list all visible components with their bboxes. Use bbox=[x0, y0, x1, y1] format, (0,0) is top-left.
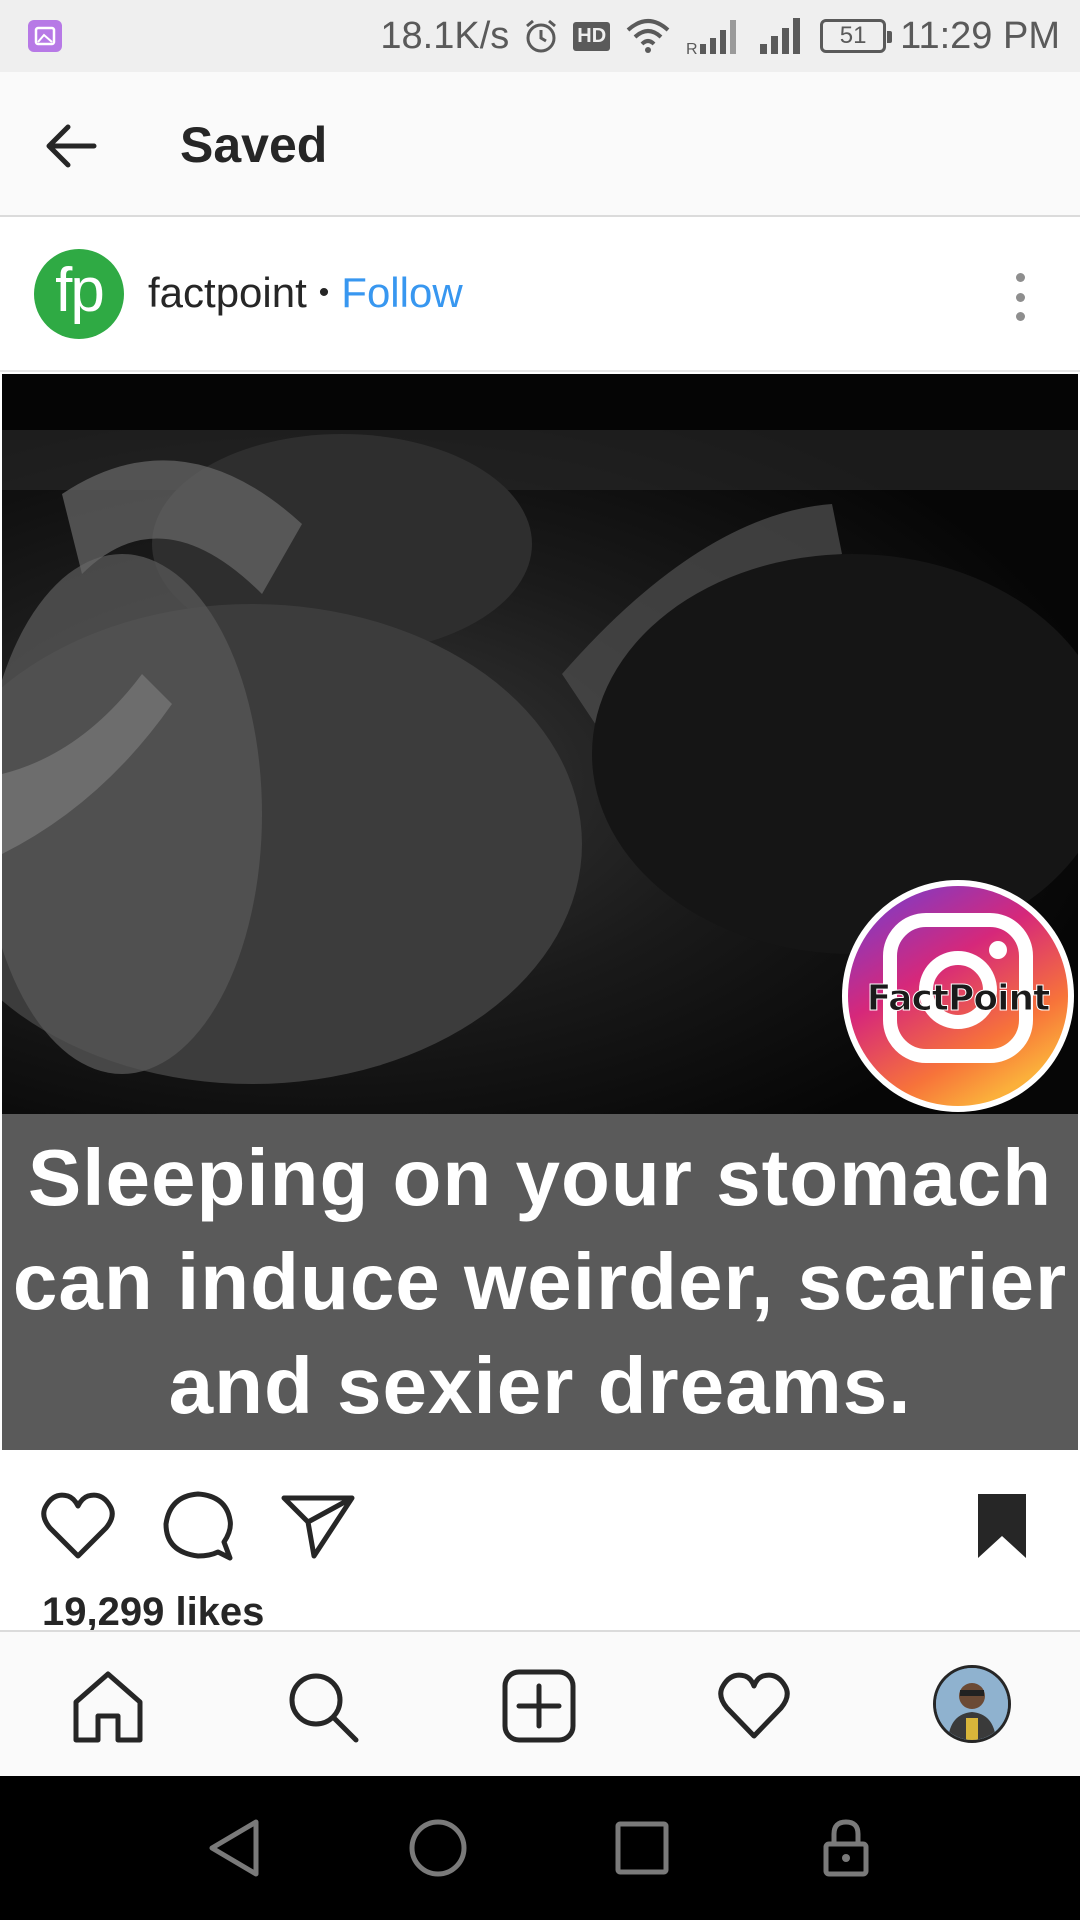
svg-text:R: R bbox=[686, 41, 698, 56]
gallery-icon bbox=[28, 20, 62, 52]
network-speed: 18.1K/s bbox=[380, 14, 510, 57]
page-title: Saved bbox=[180, 117, 328, 173]
back-button[interactable] bbox=[40, 114, 104, 178]
wifi-icon bbox=[626, 19, 670, 53]
avatar-text: fp bbox=[55, 255, 105, 325]
nav-profile-avatar[interactable] bbox=[933, 1665, 1011, 1743]
clock: 11:29 PM bbox=[900, 14, 1060, 57]
caption-line: Sleeping on your stomach bbox=[27, 1133, 1053, 1222]
lock-icon bbox=[823, 1819, 869, 1877]
activity-heart-icon bbox=[718, 1672, 790, 1739]
post-header: fp factpoint • Follow bbox=[0, 217, 1080, 372]
logo-text: FactPoint bbox=[866, 978, 1051, 1020]
status-icons: 18.1K/s HD R 51 11:29 PM bbox=[380, 0, 1060, 72]
likes-count[interactable]: 19,299 likes bbox=[42, 1590, 264, 1635]
system-lock-button[interactable] bbox=[814, 1816, 878, 1880]
author-avatar[interactable]: fp bbox=[34, 249, 124, 339]
battery-icon: 51 bbox=[820, 19, 893, 53]
arrow-left-icon bbox=[46, 124, 97, 168]
share-button[interactable] bbox=[278, 1486, 358, 1566]
comment-button[interactable] bbox=[158, 1486, 238, 1566]
system-recents-button[interactable] bbox=[610, 1816, 674, 1880]
signal-icon bbox=[760, 18, 801, 54]
author-username[interactable]: factpoint bbox=[148, 269, 307, 317]
back-triangle-icon bbox=[209, 1819, 259, 1877]
heart-icon bbox=[41, 1492, 115, 1559]
factpoint-logo: FactPoint bbox=[842, 880, 1074, 1112]
search-icon bbox=[289, 1673, 359, 1743]
post-image[interactable]: FactPoint Sleeping on your stomach can i… bbox=[2, 374, 1078, 1450]
share-icon bbox=[281, 1495, 355, 1559]
comment-icon bbox=[163, 1491, 233, 1561]
nav-search[interactable] bbox=[284, 1668, 360, 1744]
author-line: factpoint • Follow bbox=[148, 269, 463, 317]
add-post-icon bbox=[502, 1669, 576, 1743]
hd-badge: HD bbox=[573, 21, 611, 51]
like-button[interactable] bbox=[38, 1486, 118, 1566]
nav-home[interactable] bbox=[70, 1668, 146, 1744]
follow-button[interactable]: Follow bbox=[341, 269, 462, 317]
more-options-icon[interactable] bbox=[1000, 267, 1040, 327]
status-bar: 18.1K/s HD R 51 11:29 PM bbox=[0, 0, 1080, 72]
caption-line: can induce weirder, scarier bbox=[12, 1237, 1068, 1326]
save-button[interactable] bbox=[962, 1486, 1042, 1566]
separator: • bbox=[318, 276, 330, 309]
alarm-icon bbox=[526, 19, 557, 53]
system-back-button[interactable] bbox=[204, 1816, 268, 1880]
nav-add-post[interactable] bbox=[501, 1668, 577, 1744]
image-caption: Sleeping on your stomach can induce weir… bbox=[2, 1114, 1078, 1450]
nav-activity[interactable] bbox=[716, 1668, 792, 1744]
bookmark-icon bbox=[978, 1494, 1026, 1558]
battery-level: 51 bbox=[839, 22, 867, 49]
signal-icon: R bbox=[686, 20, 737, 56]
top-app-bar: Saved bbox=[0, 72, 1080, 217]
system-navigation-bar bbox=[0, 1776, 1080, 1920]
post-actions bbox=[0, 1450, 1080, 1590]
home-circle-icon bbox=[409, 1819, 467, 1877]
recents-square-icon bbox=[615, 1821, 669, 1875]
caption-line: and sexier dreams. bbox=[168, 1341, 912, 1430]
bottom-navigation bbox=[0, 1630, 1080, 1776]
system-home-button[interactable] bbox=[406, 1816, 470, 1880]
home-icon bbox=[73, 1671, 143, 1743]
